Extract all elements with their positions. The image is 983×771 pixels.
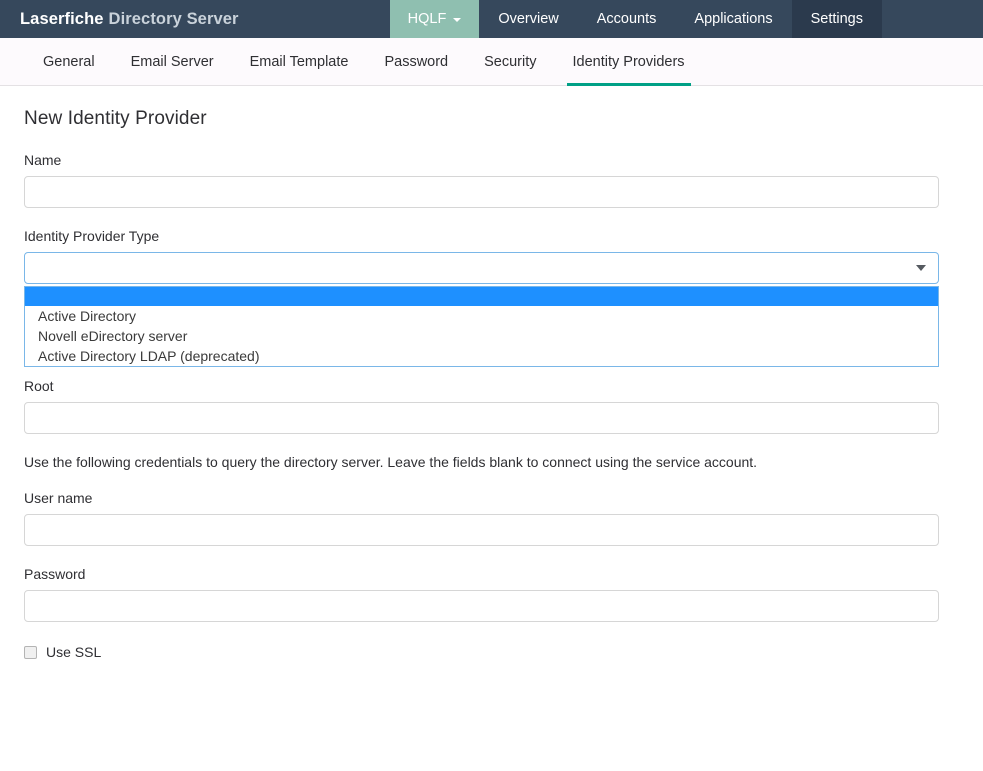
brand-name-strong: Laserfiche [20, 10, 104, 29]
password-input[interactable] [24, 590, 939, 622]
password-label: Password [24, 566, 959, 582]
field-root: Root [24, 378, 959, 434]
use-ssl-label[interactable]: Use SSL [46, 644, 101, 660]
field-identity-provider-type: Identity Provider Type Active Directory … [24, 228, 959, 284]
subnav-item-general[interactable]: General [25, 38, 113, 85]
nav-item-applications-label: Applications [694, 11, 772, 27]
tenant-selector[interactable]: HQLF [390, 0, 480, 38]
nav-item-overview[interactable]: Overview [479, 0, 577, 38]
subnav-item-email-template[interactable]: Email Template [232, 38, 367, 85]
root-input[interactable] [24, 402, 939, 434]
app-brand: Laserfiche Directory Server [0, 0, 255, 38]
identity-provider-type-select-wrap: Active Directory Novell eDirectory serve… [24, 252, 939, 284]
subnav-item-identity-providers-label: Identity Providers [573, 54, 685, 70]
subnav-item-identity-providers[interactable]: Identity Providers [555, 38, 703, 85]
settings-subnav: General Email Server Email Template Pass… [0, 38, 983, 86]
credentials-helper-text: Use the following credentials to query t… [24, 454, 959, 470]
subnav-item-security-label: Security [484, 54, 536, 70]
subnav-item-email-server[interactable]: Email Server [113, 38, 232, 85]
name-label: Name [24, 152, 959, 168]
dropdown-option-active-directory[interactable]: Active Directory [25, 306, 938, 326]
field-user-name: User name [24, 490, 959, 546]
subnav-item-email-template-label: Email Template [250, 54, 349, 70]
tenant-selector-label: HQLF [408, 11, 447, 27]
subnav-item-security[interactable]: Security [466, 38, 554, 85]
root-label: Root [24, 378, 959, 394]
subnav-item-password[interactable]: Password [366, 38, 466, 85]
primary-nav: HQLF Overview Accounts Applications Sett… [390, 0, 882, 38]
user-name-input[interactable] [24, 514, 939, 546]
name-input[interactable] [24, 176, 939, 208]
dropdown-option-novell-edirectory-server[interactable]: Novell eDirectory server [25, 326, 938, 346]
field-password: Password [24, 566, 959, 622]
brand-name-light: Directory Server [109, 10, 239, 29]
subnav-item-general-label: General [43, 54, 95, 70]
subnav-item-password-label: Password [384, 54, 448, 70]
use-ssl-row: Use SSL [24, 644, 959, 660]
chevron-down-icon [916, 265, 926, 271]
identity-provider-type-select[interactable] [24, 252, 939, 284]
user-name-label: User name [24, 490, 959, 506]
dropdown-option-active-directory-ldap[interactable]: Active Directory LDAP (deprecated) [25, 346, 938, 366]
app-header: Laserfiche Directory Server HQLF Overvie… [0, 0, 983, 38]
nav-item-accounts-label: Accounts [597, 11, 657, 27]
nav-item-applications[interactable]: Applications [675, 0, 791, 38]
nav-item-overview-label: Overview [498, 11, 558, 27]
use-ssl-checkbox[interactable] [24, 646, 37, 659]
page-title: New Identity Provider [24, 108, 959, 130]
nav-item-settings-label: Settings [811, 11, 863, 27]
nav-item-settings[interactable]: Settings [792, 0, 882, 38]
identity-provider-type-dropdown: Active Directory Novell eDirectory serve… [24, 286, 939, 367]
chevron-down-icon [453, 18, 461, 22]
dropdown-option-blank[interactable] [25, 287, 938, 306]
subnav-item-email-server-label: Email Server [131, 54, 214, 70]
identity-provider-type-label: Identity Provider Type [24, 228, 959, 244]
field-name: Name [24, 152, 959, 208]
nav-item-accounts[interactable]: Accounts [578, 0, 676, 38]
identity-provider-form: New Identity Provider Name Identity Prov… [0, 86, 983, 660]
